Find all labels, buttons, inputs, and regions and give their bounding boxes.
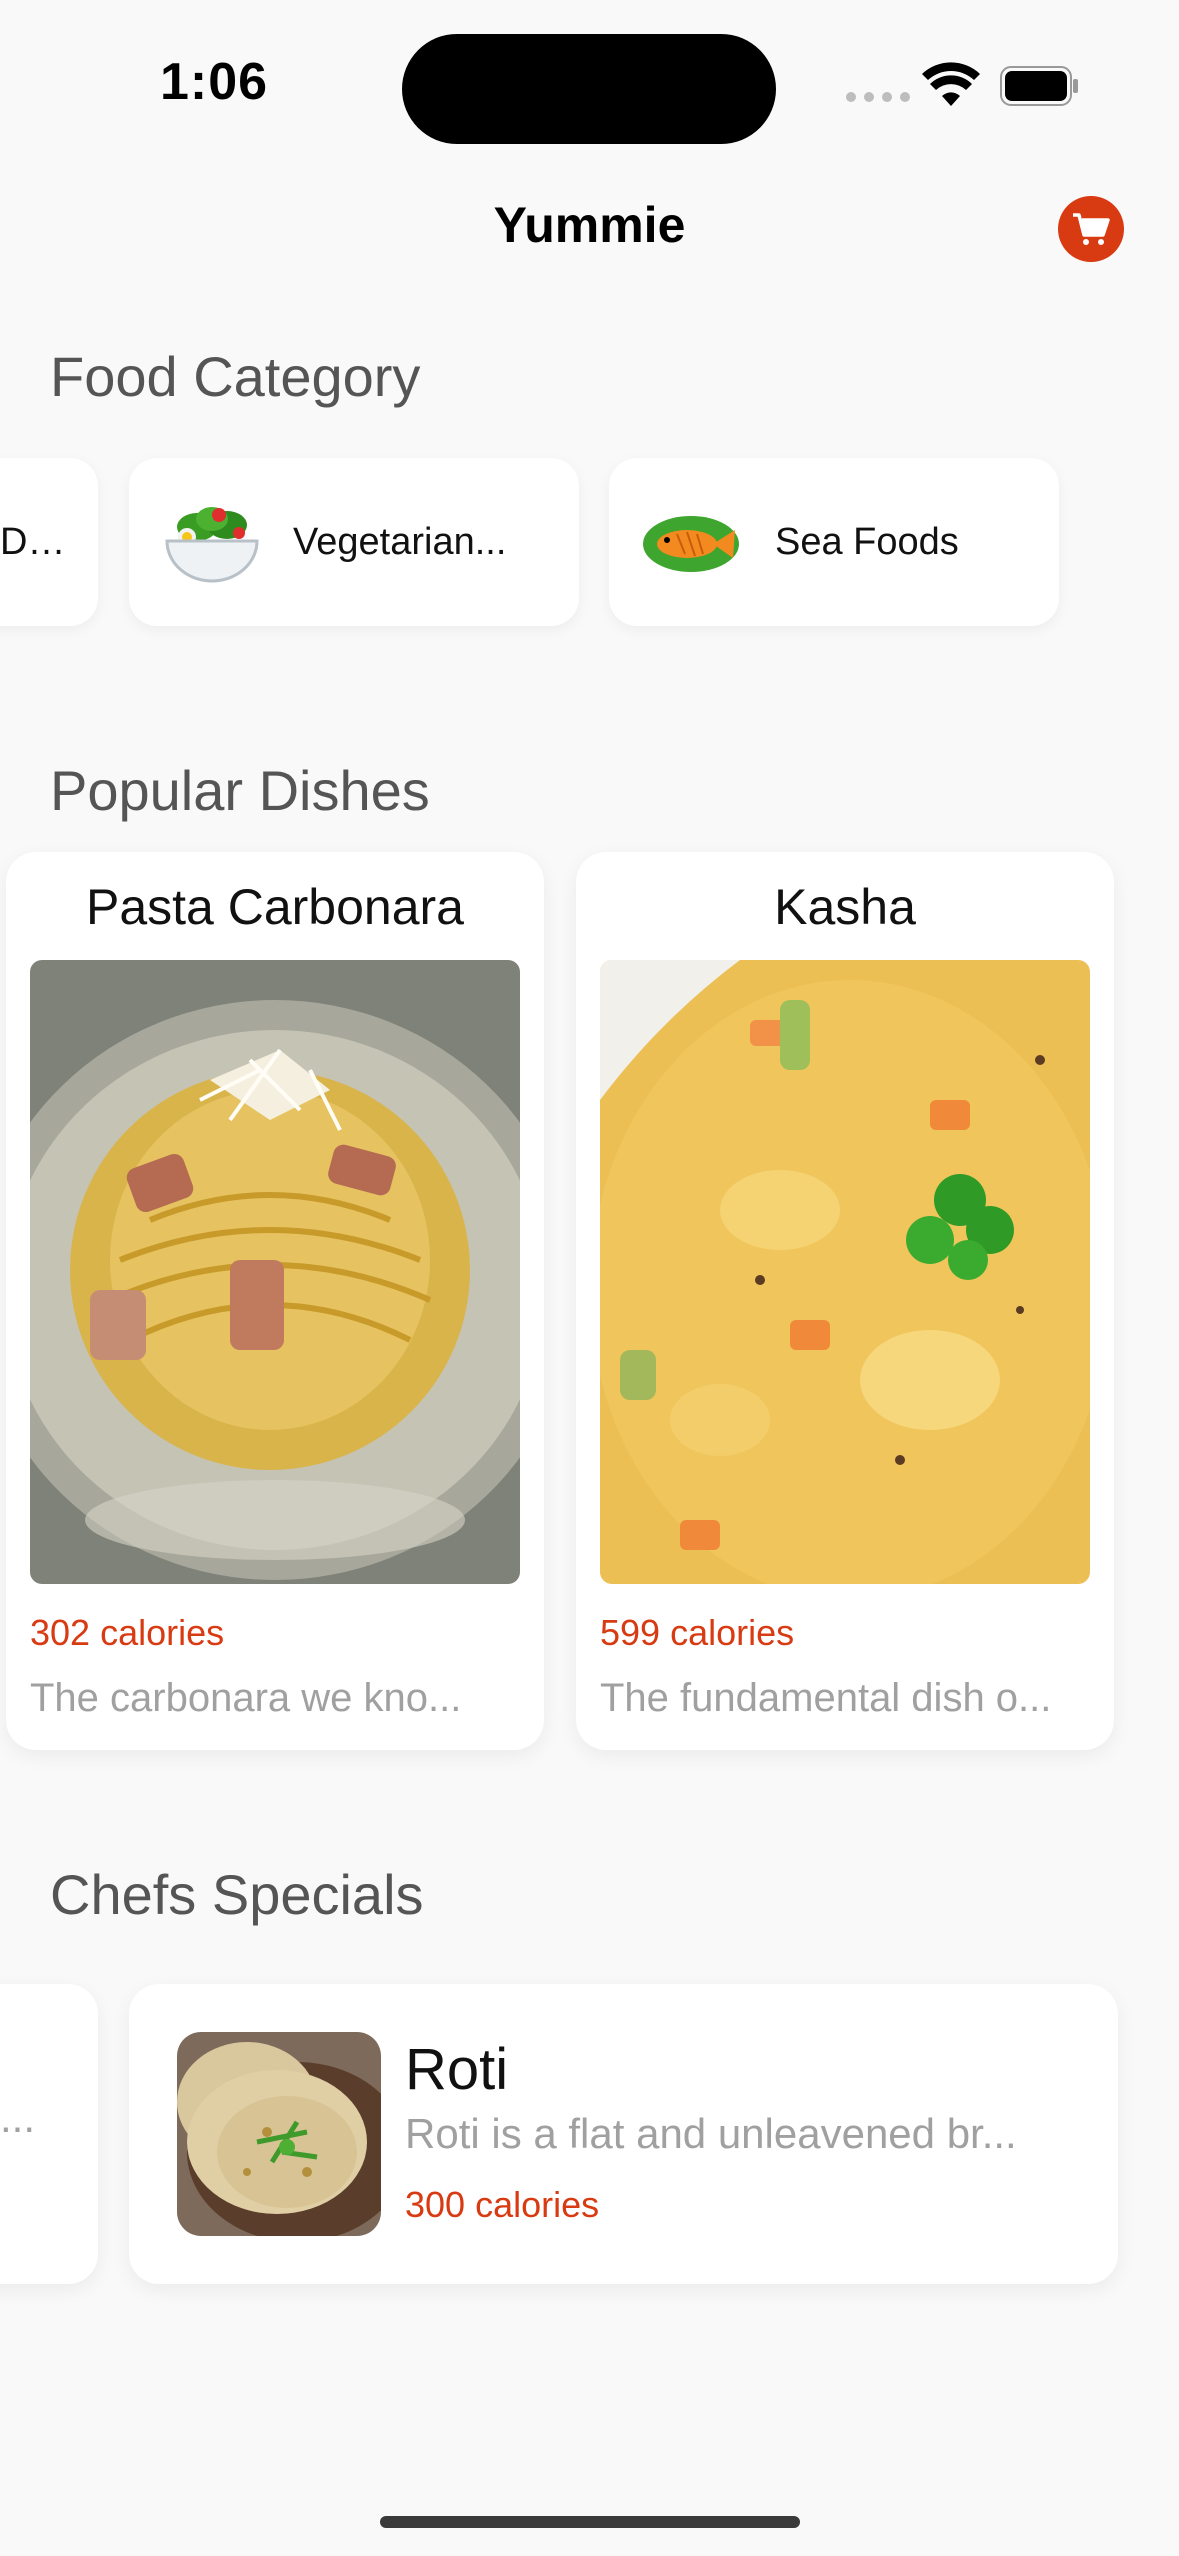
dish-calories: 302 calories [30, 1612, 225, 1653]
special-description: Roti is a flat and unleavened br... [405, 2110, 1017, 2157]
salad-bowl-icon [165, 507, 259, 583]
category-card-seafoods[interactable]: Sea Foods [609, 458, 1059, 626]
status-time: 1:06 [160, 53, 269, 111]
wifi-icon [922, 62, 980, 106]
cart-icon [1073, 213, 1110, 245]
category-label: Dis... [0, 520, 66, 563]
dish-name: Pasta Carbonara [85, 879, 464, 935]
category-card[interactable]: Dis... [0, 458, 98, 626]
special-image-roti [177, 2032, 381, 2236]
special-card-roti[interactable]: Roti Roti is a flat and unleavened br...… [129, 1984, 1118, 2284]
nav-title: Yummie [493, 197, 686, 253]
fish-icon [643, 516, 739, 572]
cellular-signal-icon [846, 92, 910, 102]
popular-dishes-heading: Popular Dishes [50, 759, 430, 822]
dish-description: The fundamental dish o... [600, 1676, 1052, 1720]
dish-name: Kasha [774, 879, 916, 935]
special-calories: 300 calories [405, 2184, 600, 2225]
home-indicator[interactable] [380, 2516, 800, 2528]
chefs-specials-heading: Chefs Specials [50, 1863, 424, 1926]
food-category-heading: Food Category [50, 345, 421, 408]
cart-button[interactable] [1058, 196, 1124, 262]
special-name: Roti [405, 2037, 509, 2102]
dynamic-island [402, 34, 776, 144]
category-card-vegetarian[interactable]: Vegetarian... [129, 458, 579, 626]
dish-image-kasha [600, 960, 1090, 1584]
dish-description: The carbonara we kno... [30, 1676, 462, 1720]
category-label-seafoods: Sea Foods [775, 520, 959, 563]
battery-icon [1000, 66, 1078, 106]
dish-calories: 599 calories [600, 1612, 795, 1653]
dish-card-pasta-carbonara[interactable]: Pasta Carbonara 302 calories The carbona… [6, 852, 544, 1750]
special-card[interactable]: ... [0, 1984, 98, 2284]
category-label-vegetarian: Vegetarian... [293, 520, 507, 563]
special-description: ... [0, 2094, 36, 2141]
dish-image-pasta-carbonara [30, 960, 520, 1584]
dish-card-kasha[interactable]: Kasha 599 calories The fundamental dish … [576, 852, 1114, 1750]
